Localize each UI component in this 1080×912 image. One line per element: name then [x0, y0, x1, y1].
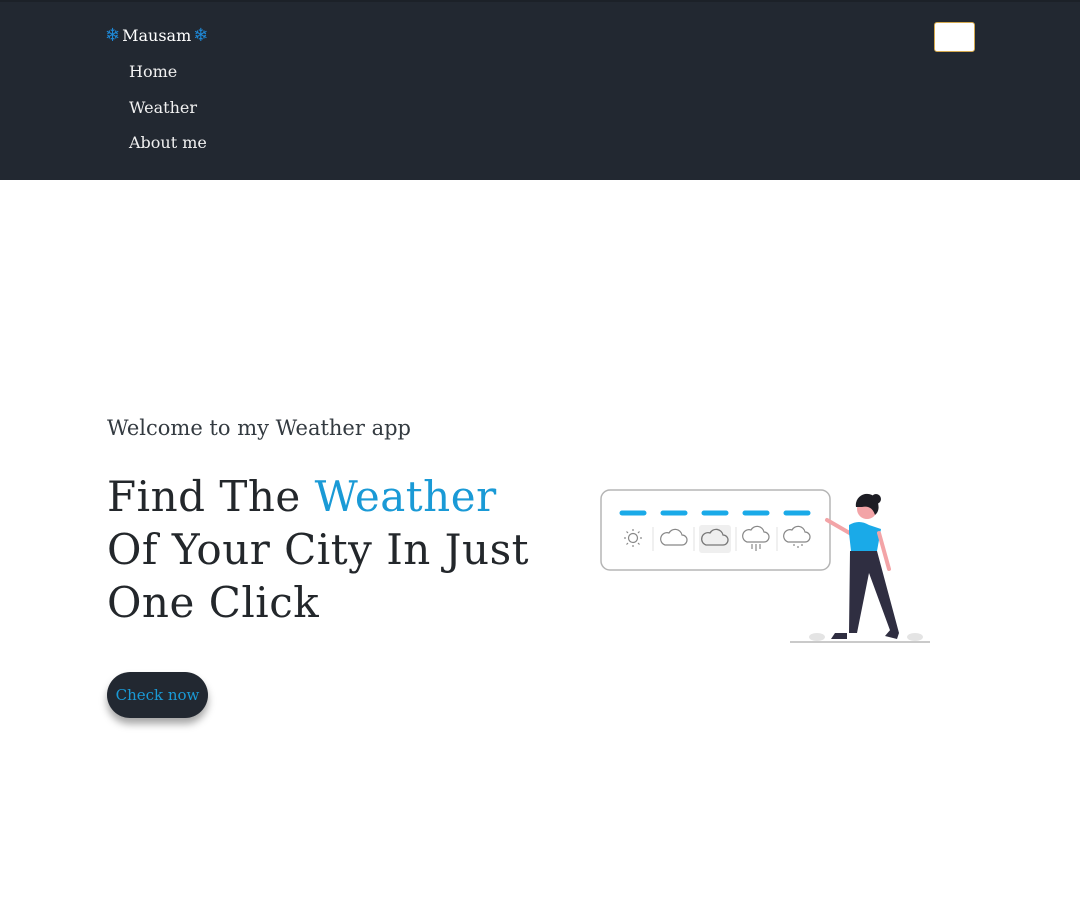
- weather-illustration: [600, 489, 930, 643]
- nav-item-weather: Weather: [129, 96, 207, 132]
- brand-link[interactable]: ❄ Mausam ❄: [105, 26, 208, 45]
- hero-subtitle: Welcome to my Weather app: [107, 416, 411, 440]
- hero-title-start: Find The: [107, 472, 315, 521]
- navbar: ❄ Mausam ❄ Home Weather About me: [0, 0, 1080, 180]
- hero-title-accent: Weather: [314, 472, 497, 521]
- nav-links: Home Weather About me: [129, 60, 207, 167]
- snowflake-icon: ❄: [105, 24, 121, 46]
- check-now-button[interactable]: Check now: [107, 672, 208, 718]
- nav-item-home: Home: [129, 60, 207, 96]
- brand-name: Mausam: [122, 26, 192, 45]
- nav-item-about: About me: [129, 131, 207, 167]
- hero-title-end: Of Your City In Just One Click: [107, 525, 530, 627]
- hero-title: Find The Weather Of Your City In Just On…: [107, 470, 557, 629]
- nav-link-weather[interactable]: Weather: [129, 96, 197, 117]
- nav-link-about[interactable]: About me: [129, 131, 207, 152]
- snowflake-icon: ❄: [193, 24, 209, 46]
- navbar-toggler-button[interactable]: [934, 22, 975, 52]
- nav-link-home[interactable]: Home: [129, 60, 177, 81]
